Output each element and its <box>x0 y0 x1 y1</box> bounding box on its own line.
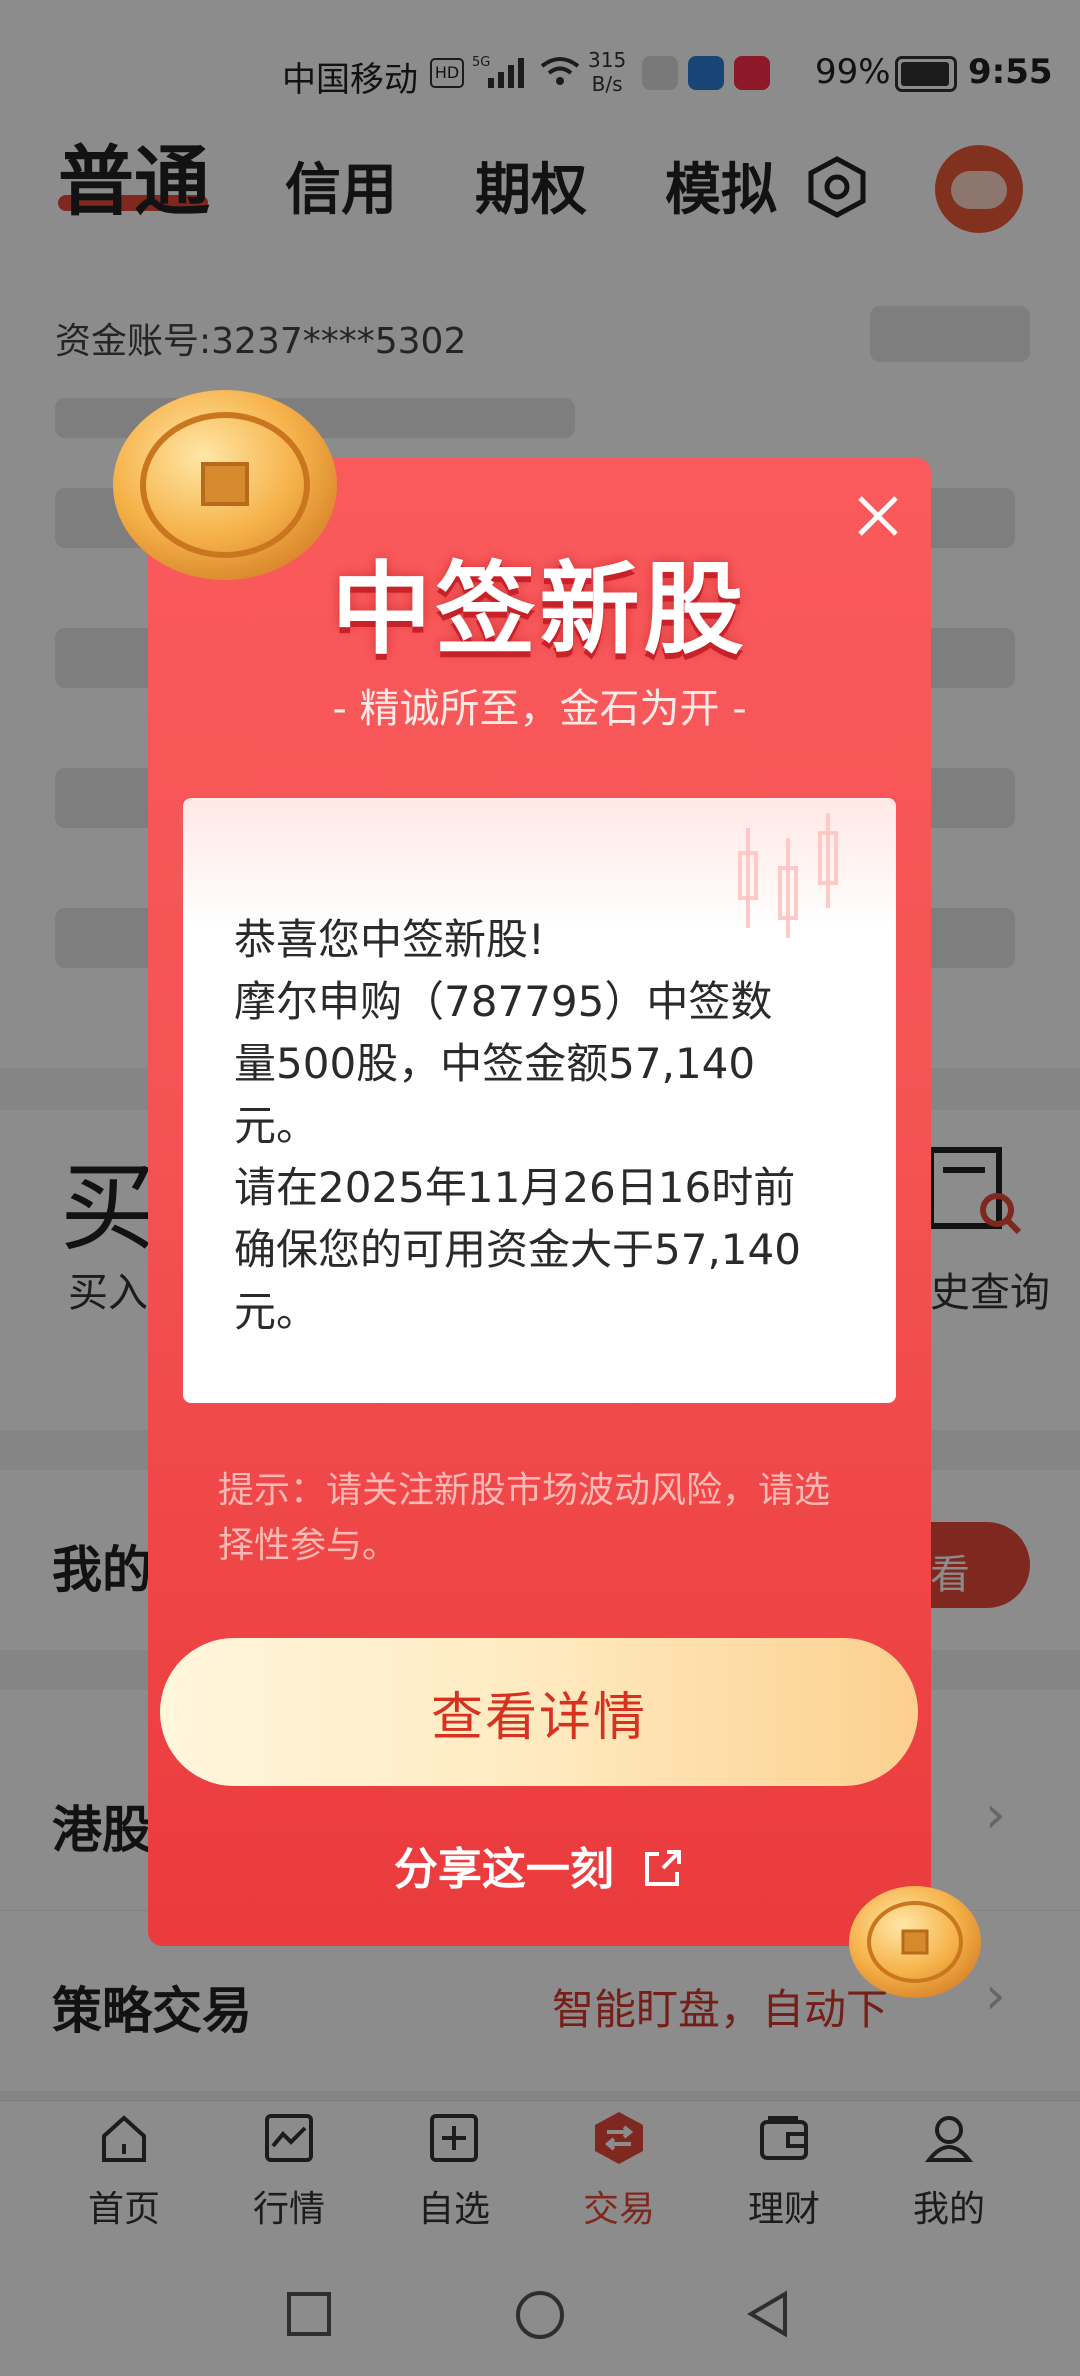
message-line: 确保您的可用资金大于57,140 <box>234 1225 801 1274</box>
share-label: 分享这一刻 <box>393 1844 614 1895</box>
ipo-win-modal: 中签新股 - 精诚所至，金石为开 - 恭喜您中签新股! 摩尔申购（787795）… <box>148 458 931 1946</box>
message-line: 摩尔申购（787795）中签数 <box>234 977 773 1026</box>
share-button[interactable]: 分享这一刻 <box>148 1833 931 1897</box>
gold-coin-decoration-icon <box>849 1886 981 1998</box>
message-card: 恭喜您中签新股! 摩尔申购（787795）中签数 量500股，中签金额57,14… <box>183 798 896 1403</box>
message-line: 量500股，中签金额57,140 <box>234 1039 756 1088</box>
risk-tip: 提示：请关注新股市场波动风险，请选择性参与。 <box>218 1470 831 1566</box>
message-line: 元。 <box>234 1287 319 1336</box>
share-external-icon <box>645 1850 682 1886</box>
message-line: 恭喜您中签新股! <box>234 915 545 964</box>
view-details-button[interactable]: 查看详情 <box>160 1638 918 1786</box>
gold-coin-decoration-icon <box>113 390 337 580</box>
close-icon[interactable] <box>848 486 908 546</box>
candlestick-decoration-icon <box>738 813 838 938</box>
message-line: 请在2025年11月26日16时前 <box>234 1163 796 1212</box>
view-details-label: 查看详情 <box>430 1687 647 1748</box>
message-line: 元。 <box>234 1101 319 1150</box>
modal-subtitle: - 精诚所至，金石为开 - <box>332 686 747 732</box>
